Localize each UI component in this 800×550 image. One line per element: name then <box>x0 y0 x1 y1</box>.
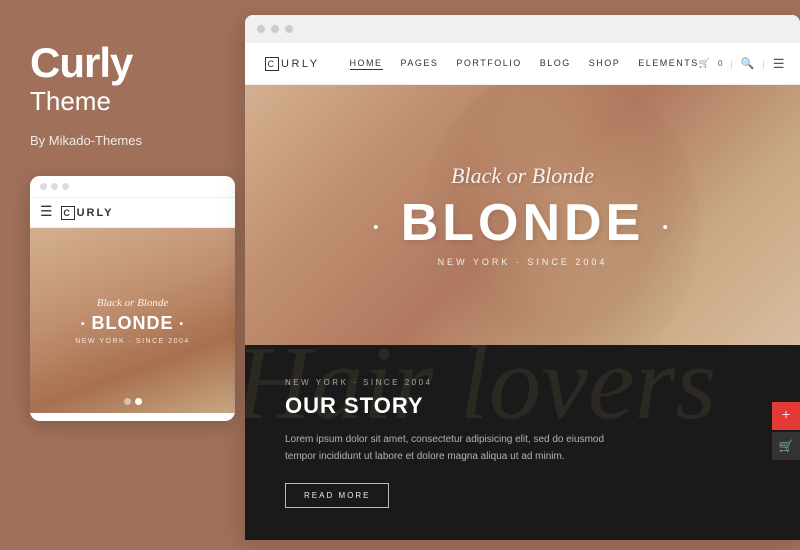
mobile-dot-right: • <box>180 318 185 329</box>
divider: | <box>730 59 732 69</box>
mobile-slide-indicators <box>124 398 142 405</box>
story-title: OUR STORY <box>285 393 760 419</box>
mobile-hamburger-icon: ☰ <box>40 204 53 221</box>
story-section: Hair lovers NEW YORK · SINCE 2004 OUR ST… <box>245 345 800 540</box>
desktop-hero: Black or Blonde • BLONDE • NEW YORK · SI… <box>245 85 800 345</box>
cart-count: 0 <box>718 59 722 68</box>
divider2: | <box>763 59 765 69</box>
title-dot-3 <box>285 25 293 33</box>
brand-subtitle: Theme <box>30 86 215 117</box>
desktop-title-bar <box>245 15 800 43</box>
nav-pages[interactable]: PAGES <box>401 58 439 70</box>
left-panel: Curly Theme By Mikado-Themes ☰ C URLY Bl… <box>0 0 245 550</box>
cart-fab-icon: 🛒 <box>779 439 794 454</box>
mobile-dot-left: • <box>81 318 86 329</box>
mobile-hero-script: Black or Blonde <box>75 297 190 309</box>
hero-blonde: BLONDE <box>401 194 645 252</box>
brand-by: By Mikado-Themes <box>30 133 215 148</box>
fab-buttons: + 🛒 <box>772 402 800 460</box>
plus-icon: + <box>781 408 790 424</box>
mobile-nav: ☰ C URLY <box>30 198 235 228</box>
mobile-logo: C URLY <box>61 206 114 220</box>
mobile-hero-content: Black or Blonde • BLONDE • NEW YORK · SI… <box>75 297 190 345</box>
logo-text: URLY <box>281 58 320 70</box>
mobile-dot-3 <box>62 183 69 190</box>
mobile-location: NEW YORK · SINCE 2004 <box>75 338 190 345</box>
story-content: NEW YORK · SINCE 2004 OUR STORY Lorem ip… <box>245 378 800 508</box>
search-icon[interactable]: 🔍 <box>741 57 755 70</box>
title-dot-2 <box>271 25 279 33</box>
indicator-1 <box>124 398 131 405</box>
desktop-preview: C URLY HOME PAGES PORTFOLIO BLOG SHOP EL… <box>245 15 800 540</box>
desktop-nav: C URLY HOME PAGES PORTFOLIO BLOG SHOP EL… <box>245 43 800 85</box>
cart-icon[interactable]: 🛒 <box>699 58 710 69</box>
nav-blog[interactable]: BLOG <box>540 58 571 70</box>
hero-script-text: Black or Blonde <box>373 163 671 189</box>
mobile-dot-2 <box>51 183 58 190</box>
desktop-nav-links: HOME PAGES PORTFOLIO BLOG SHOP ELEMENTS <box>350 58 699 70</box>
nav-home[interactable]: HOME <box>350 58 383 70</box>
story-body: Lorem ipsum dolor sit amet, consectetur … <box>285 431 605 465</box>
menu-icon[interactable]: ☰ <box>773 56 785 72</box>
desktop-nav-icons: 🛒 0 | 🔍 | ☰ <box>699 56 785 72</box>
hero-dot-right: • <box>663 218 672 234</box>
fab-cart-button[interactable]: 🛒 <box>772 432 800 460</box>
story-eyebrow: NEW YORK · SINCE 2004 <box>285 378 760 387</box>
mobile-preview: ☰ C URLY Black or Blonde • BLONDE • NEW … <box>30 176 235 421</box>
mobile-hero: Black or Blonde • BLONDE • NEW YORK · SI… <box>30 228 235 413</box>
desktop-logo: C URLY <box>265 57 320 71</box>
brand-title: Curly <box>30 40 215 86</box>
mobile-title-bar <box>30 176 235 198</box>
hero-bold-text: • BLONDE • <box>373 197 671 249</box>
read-more-button[interactable]: READ MORE <box>285 483 389 508</box>
mobile-logo-text: URLY <box>77 207 114 219</box>
nav-elements[interactable]: ELEMENTS <box>638 58 699 70</box>
fab-add-button[interactable]: + <box>772 402 800 430</box>
nav-shop[interactable]: SHOP <box>589 58 621 70</box>
mobile-dot-1 <box>40 183 47 190</box>
hero-content: Black or Blonde • BLONDE • NEW YORK · SI… <box>373 163 671 267</box>
indicator-2 <box>135 398 142 405</box>
mobile-blonde-text: BLONDE <box>92 313 174 333</box>
nav-portfolio[interactable]: PORTFOLIO <box>456 58 521 70</box>
title-dot-1 <box>257 25 265 33</box>
hero-location: NEW YORK · SINCE 2004 <box>373 257 671 267</box>
logo-bracket: C <box>265 57 279 71</box>
mobile-hero-bold: • BLONDE • <box>75 313 190 334</box>
mobile-logo-bracket: C <box>61 206 75 220</box>
hero-dot-left: • <box>373 218 382 234</box>
